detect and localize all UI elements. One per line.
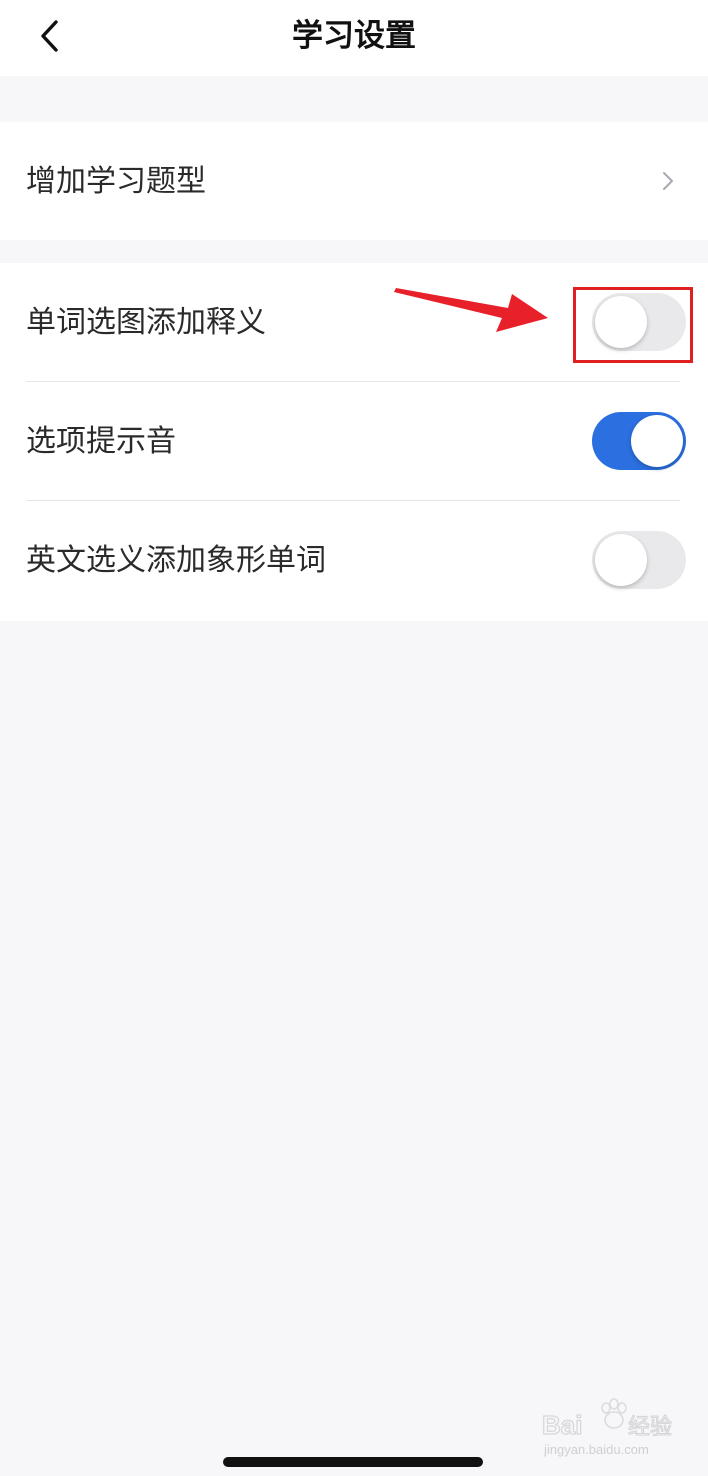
english-pictograph-row: 英文选义添加象形单词 <box>0 501 708 620</box>
option-sound-toggle[interactable] <box>592 412 686 470</box>
settings-section-1: 增加学习题型 <box>0 122 708 240</box>
row-label: 英文选义添加象形单词 <box>26 543 326 578</box>
svg-text:jingyan.baidu.com: jingyan.baidu.com <box>543 1442 649 1457</box>
page-title: 学习设置 <box>292 18 416 54</box>
toggle-knob <box>631 415 683 467</box>
english-pictograph-toggle[interactable] <box>592 531 686 589</box>
word-image-definition-row: 单词选图添加释义 <box>0 263 708 382</box>
option-sound-row: 选项提示音 <box>0 382 708 501</box>
home-indicator <box>223 1457 483 1467</box>
row-label: 增加学习题型 <box>26 164 206 199</box>
nav-header: 学习设置 <box>0 0 708 76</box>
svg-text:经验: 经验 <box>628 1415 672 1440</box>
word-image-definition-toggle[interactable] <box>592 293 686 351</box>
toggle-knob <box>595 296 647 348</box>
baidu-jingyan-watermark: Bai 经验 jingyan.baidu.com <box>541 1398 673 1457</box>
add-question-types-row[interactable]: 增加学习题型 <box>0 122 708 241</box>
svg-text:Bai: Bai <box>542 1410 582 1440</box>
row-label: 选项提示音 <box>26 424 176 459</box>
row-label: 单词选图添加释义 <box>26 305 266 340</box>
chevron-right-icon <box>663 172 673 190</box>
toggle-knob <box>595 534 647 586</box>
settings-section-2: 单词选图添加释义 选项提示音 英文选义添加象形单词 <box>0 263 708 621</box>
